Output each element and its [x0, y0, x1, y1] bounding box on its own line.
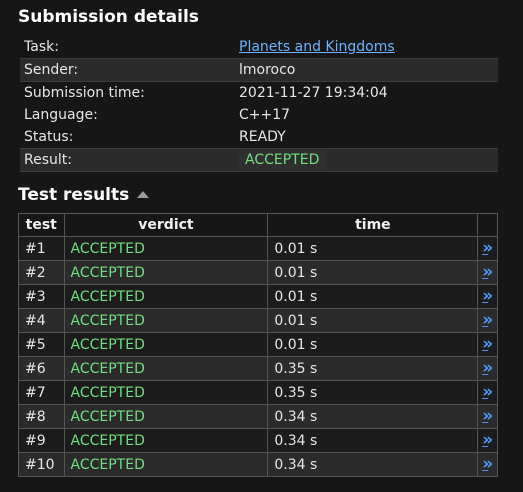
triangle-up-icon[interactable] — [137, 190, 150, 198]
task-link[interactable]: Planets and Kingdoms — [239, 39, 395, 55]
test-details-link[interactable]: » — [477, 380, 498, 405]
double-chevron-right-icon[interactable]: » — [482, 288, 493, 305]
table-row: #2 ACCEPTED 0.01 s » — [18, 260, 498, 285]
test-verdict: ACCEPTED — [63, 404, 269, 429]
table-row: #7 ACCEPTED 0.35 s » — [18, 380, 498, 405]
details-row-sender: Sender: lmoroco — [20, 58, 498, 82]
table-row: #6 ACCEPTED 0.35 s » — [18, 356, 498, 381]
double-chevron-right-icon[interactable]: » — [482, 384, 493, 401]
result-badge: ACCEPTED — [239, 151, 326, 169]
test-details-link[interactable]: » — [477, 404, 498, 429]
double-chevron-right-icon[interactable]: » — [482, 456, 493, 473]
test-number: #2 — [18, 260, 65, 285]
test-details-link[interactable]: » — [477, 452, 498, 477]
test-details-link[interactable]: » — [477, 356, 498, 381]
test-verdict: ACCEPTED — [63, 452, 269, 477]
test-number: #7 — [18, 380, 65, 405]
details-row-submission-time: Submission time: 2021-11-27 19:34:04 — [20, 82, 498, 105]
test-details-link[interactable]: » — [477, 308, 498, 333]
test-details-link[interactable]: » — [477, 284, 498, 309]
test-results-heading[interactable]: Test results — [18, 184, 150, 206]
table-row: #4 ACCEPTED 0.01 s » — [18, 308, 498, 333]
double-chevron-right-icon[interactable]: » — [482, 240, 493, 257]
double-chevron-right-icon[interactable]: » — [482, 408, 493, 425]
task-value: Planets and Kingdoms — [235, 36, 498, 59]
test-time: 0.34 s — [267, 428, 479, 453]
test-verdict: ACCEPTED — [63, 380, 269, 405]
column-header-time: time — [267, 213, 479, 237]
submission-details-heading: Submission details — [18, 7, 199, 27]
test-time: 0.34 s — [267, 404, 479, 429]
test-verdict: ACCEPTED — [63, 356, 269, 381]
details-row-task: Task: Planets and Kingdoms — [20, 36, 498, 59]
submission-time-value: 2021-11-27 19:34:04 — [239, 85, 388, 101]
test-number: #5 — [18, 332, 65, 357]
test-verdict: ACCEPTED — [63, 284, 269, 309]
table-row: #5 ACCEPTED 0.01 s » — [18, 332, 498, 357]
test-number: #8 — [18, 404, 65, 429]
status-label: Status: — [24, 129, 74, 145]
table-row: #9 ACCEPTED 0.34 s » — [18, 428, 498, 453]
result-label: Result: — [20, 148, 235, 172]
test-time: 0.01 s — [267, 308, 479, 333]
test-time: 0.34 s — [267, 452, 479, 477]
submission-time-label: Submission time: — [24, 85, 145, 101]
result-value: ACCEPTED — [235, 148, 498, 172]
column-header-link — [477, 213, 498, 237]
details-row-result: Result: ACCEPTED — [20, 148, 498, 172]
double-chevron-right-icon[interactable]: » — [482, 360, 493, 377]
double-chevron-right-icon[interactable]: » — [482, 432, 493, 449]
details-row-status: Status: READY — [20, 126, 498, 149]
language-value: C++17 — [239, 107, 291, 123]
sender-value: lmoroco — [235, 58, 498, 82]
test-details-link[interactable]: » — [477, 428, 498, 453]
double-chevron-right-icon[interactable]: » — [482, 264, 493, 281]
test-number: #10 — [18, 452, 65, 477]
test-number: #3 — [18, 284, 65, 309]
test-number: #6 — [18, 356, 65, 381]
test-time: 0.35 s — [267, 380, 479, 405]
sender-label: Sender: — [20, 58, 235, 82]
test-verdict: ACCEPTED — [63, 332, 269, 357]
table-row: #1 ACCEPTED 0.01 s » — [18, 236, 498, 261]
test-number: #9 — [18, 428, 65, 453]
test-verdict: ACCEPTED — [63, 260, 269, 285]
table-row: #10 ACCEPTED 0.34 s » — [18, 452, 498, 477]
test-time: 0.01 s — [267, 332, 479, 357]
test-verdict: ACCEPTED — [63, 428, 269, 453]
column-header-verdict: verdict — [63, 213, 269, 237]
test-verdict: ACCEPTED — [63, 236, 269, 261]
test-number: #1 — [18, 236, 65, 261]
double-chevron-right-icon[interactable]: » — [482, 312, 493, 329]
test-results-title: Test results — [18, 185, 130, 205]
status-value: READY — [239, 129, 286, 145]
test-time: 0.01 s — [267, 284, 479, 309]
test-details-link[interactable]: » — [477, 236, 498, 261]
test-time: 0.01 s — [267, 260, 479, 285]
test-results-table: test verdict time #1 ACCEPTED 0.01 s » #… — [18, 213, 498, 477]
test-details-link[interactable]: » — [477, 260, 498, 285]
test-number: #4 — [18, 308, 65, 333]
test-time: 0.01 s — [267, 236, 479, 261]
task-label: Task: — [24, 39, 59, 55]
language-label: Language: — [24, 107, 98, 123]
details-row-language: Language: C++17 — [20, 104, 498, 126]
submission-details-table: Task: Planets and Kingdoms Sender: lmoro… — [20, 36, 498, 172]
test-details-link[interactable]: » — [477, 332, 498, 357]
test-time: 0.35 s — [267, 356, 479, 381]
table-row: #8 ACCEPTED 0.34 s » — [18, 404, 498, 429]
test-results-header-row: test verdict time — [18, 213, 498, 237]
test-verdict: ACCEPTED — [63, 308, 269, 333]
double-chevron-right-icon[interactable]: » — [482, 336, 493, 353]
column-header-test: test — [18, 213, 65, 237]
table-row: #3 ACCEPTED 0.01 s » — [18, 284, 498, 309]
